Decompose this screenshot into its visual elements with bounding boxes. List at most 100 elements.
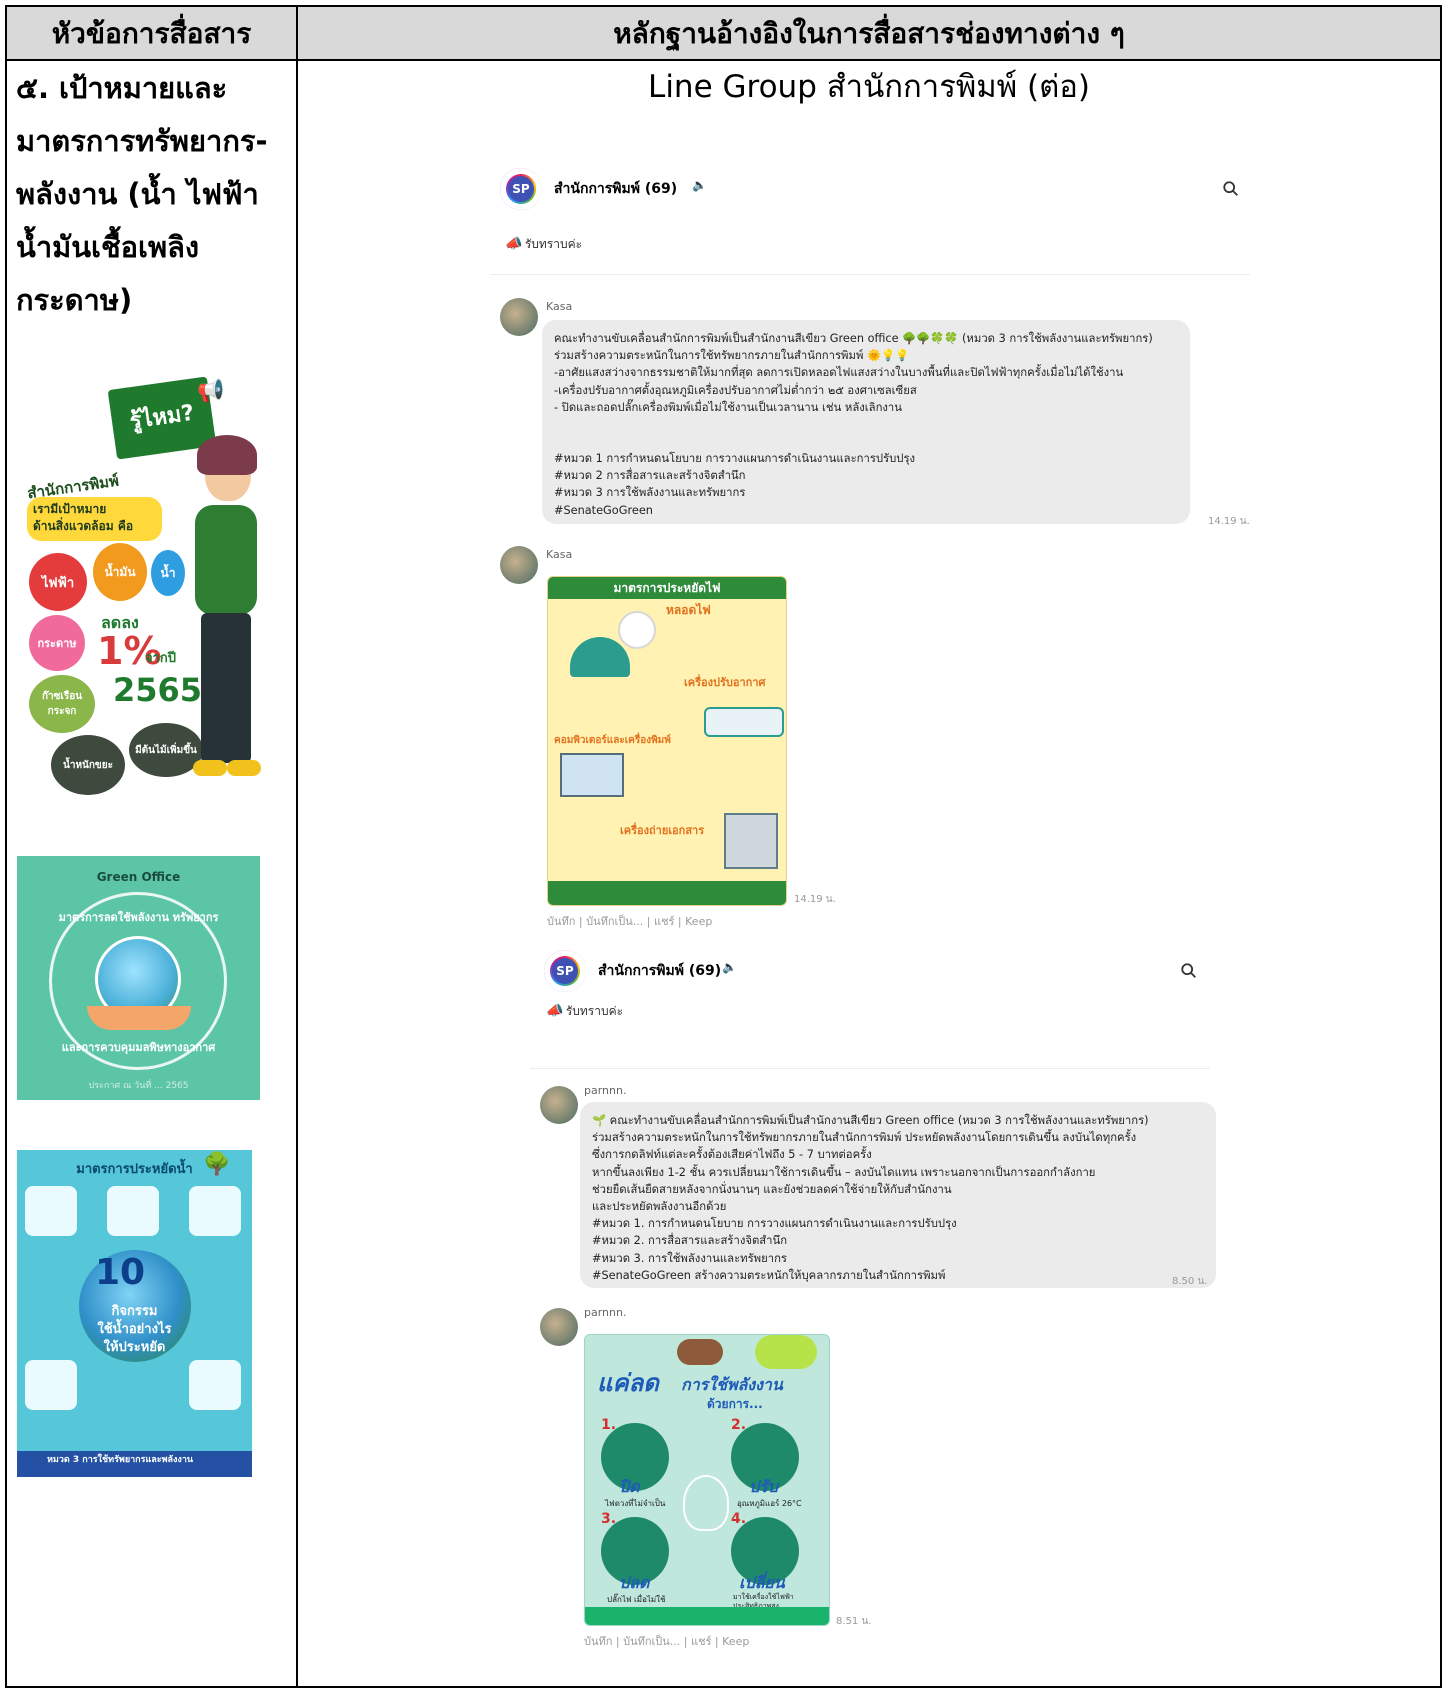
announcement-text: รับทราบค่ะ <box>524 237 583 251</box>
megaphone-icon: 📢 <box>197 379 225 404</box>
tip-caption: ปลั๊กไฟ เมื่อไม่ใช้ <box>607 1595 666 1604</box>
bubble-waste: น้ำหนักขยะ <box>51 735 125 795</box>
tree-icon: 🌳 <box>203 1152 231 1177</box>
image-section-copier: เครื่องถ่ายเอกสาร <box>620 824 705 837</box>
message-line <box>554 416 1178 450</box>
mute-icon: 🔈 <box>692 178 707 192</box>
message-line: ช่วยยืดเส้นยืดสายหลังจากนั่งนานๆ และยังช… <box>592 1182 952 1196</box>
big-number: 10 <box>95 1252 146 1293</box>
bubble-electricity: ไฟฟ้า <box>29 553 87 611</box>
message-line: #SenateGoGreen <box>554 503 653 517</box>
sender-name: Kasa <box>546 548 573 561</box>
message-line: #SenateGoGreen สร้างความตระหนักให้บุคลาก… <box>592 1268 946 1282</box>
message-line: 🌱 คณะทำงานขับเคลื่อนสำนักการพิมพ์เป็นสำน… <box>592 1114 1149 1127</box>
bubble-fuel: น้ำมัน <box>93 543 147 601</box>
message-time: 8.51 น. <box>836 1616 872 1627</box>
topic-line: มาตรการทรัพยากร- <box>16 124 268 158</box>
avatar[interactable] <box>540 1086 578 1124</box>
tip-caption: ไฟดวงที่ไม่จำเป็น <box>605 1499 666 1508</box>
image-footer <box>585 1607 829 1625</box>
bubble-water: น้ำ <box>151 550 185 596</box>
message-time: 8.50 น. <box>1172 1276 1208 1287</box>
tip-number: 4. <box>731 1511 747 1527</box>
group-name: สำนักการพิมพ์ (69) <box>598 963 722 979</box>
message-line: และประหยัดพลังงานอีกด้วย <box>592 1200 727 1214</box>
topic-line: น้ำมันเชื้อเพลิง <box>16 230 200 264</box>
avatar[interactable] <box>500 546 538 584</box>
mute-icon: 🔈 <box>722 960 737 974</box>
avatar[interactable] <box>500 298 538 336</box>
ac-icon <box>704 707 784 737</box>
group-avatar: SP <box>544 950 586 992</box>
search-icon[interactable] <box>1222 180 1240 198</box>
chat-header: SP สำนักการพิมพ์ (69) 🔈 <box>544 950 1210 998</box>
avatar[interactable] <box>540 1308 578 1346</box>
arc-bottom-text: และการควบคุมมลพิษทางอากาศ <box>61 1041 216 1054</box>
image-energy-tips[interactable]: แค่ลด การใช้พลังงาน ด้วยการ... 1. ปิด ไฟ… <box>584 1334 830 1626</box>
hands-icon <box>87 1006 191 1030</box>
message-time: 14.19 น. <box>794 894 836 905</box>
image-actions[interactable]: บันทึก | บันทึกเป็น... | แชร์ | Keep <box>547 912 712 930</box>
megaphone-icon: 📣 <box>505 236 523 252</box>
header-evidence: หลักฐานอ้างอิงในการสื่อสารช่องทางต่าง ๆ <box>613 17 1125 50</box>
topic-line: กระดาษ) <box>16 283 133 317</box>
tip-card <box>25 1186 77 1236</box>
message-line: ซึ่งการกดลิฟท์แต่ละครั้งต้องเสียค่าไฟถึง… <box>592 1148 872 1162</box>
message-line: #หมวด 3 การใช้พลังงานและทรัพยากร <box>554 486 746 500</box>
goal-line-2: ด้านสิ่งแวดล้อม คือ <box>33 519 134 533</box>
chat-header: SP สำนักการพิมพ์ (69) 🔈 <box>500 168 1250 216</box>
image-footer <box>548 881 786 905</box>
tip-card <box>107 1186 159 1236</box>
activity-line-3: ให้ประหยัด <box>103 1340 166 1355</box>
tip-caption: อุณหภูมิแอร์ 26°C <box>737 1499 802 1508</box>
line-chat-screenshot-2: SP สำนักการพิมพ์ (69) 🔈 📣 รับทราบค่ะ par… <box>530 950 1216 1680</box>
bulb-icon <box>618 611 656 649</box>
message-line: -เครื่องปรับอากาศตั้งอุณหภูมิเครื่องปรับ… <box>554 383 917 397</box>
sender-name: parnnn. <box>584 1084 627 1097</box>
message-line: -อาศัยแสงสว่างจากธรรมชาติให้มากที่สุด ลด… <box>554 366 1124 380</box>
message-line: คณะทำงานขับเคลื่อนสำนักการพิมพ์เป็นสำนัก… <box>554 332 1153 345</box>
bubble-paper: กระดาษ <box>29 615 85 671</box>
announcement-text: รับทราบค่ะ <box>565 1004 624 1018</box>
search-icon[interactable] <box>1180 962 1198 980</box>
message-bubble[interactable]: 🌱 คณะทำงานขับเคลื่อนสำนักการพิมพ์เป็นสำน… <box>580 1102 1216 1288</box>
tip-card <box>189 1360 241 1410</box>
tip-card <box>189 1186 241 1236</box>
computer-icon <box>560 753 624 797</box>
topic-line: พลังงาน (น้ำ ไฟฟ้า <box>16 177 259 211</box>
message-line: #หมวด 1. การกำหนดนโยบาย การวางแผนการดำเน… <box>592 1217 957 1231</box>
woman-illustration <box>187 435 267 795</box>
water-poster-footer: หมวด 3 การใช้ทรัพยากรและพลังงาน <box>17 1451 252 1477</box>
tip-number: 3. <box>601 1511 617 1527</box>
tip-number: 2. <box>731 1417 747 1433</box>
divider <box>530 1068 1210 1069</box>
message-line: #หมวด 1 การกำหนดนโยบาย การวางแผนการดำเนิ… <box>554 452 916 466</box>
image-section-ac: เครื่องปรับอากาศ <box>684 676 766 689</box>
poster-environment-goals: รู้ไหม? 📢 สำนักการพิมพ์ เรามีเป้าหมาย ด้… <box>17 375 272 805</box>
megaphone-icon: 📣 <box>546 1003 564 1019</box>
tip-card <box>25 1360 77 1410</box>
copier-icon <box>724 813 778 869</box>
line-chat-screenshot-1: SP สำนักการพิมพ์ (69) 🔈 📣 รับทราบค่ะ Kas… <box>490 160 1250 940</box>
goal-banner: เรามีเป้าหมาย ด้านสิ่งแวดล้อม คือ <box>27 497 162 541</box>
image-actions[interactable]: บันทึก | บันทึกเป็น... | แชร์ | Keep <box>584 1632 749 1650</box>
message-line: #หมวด 2. การสื่อสารและสร้างจิตสำนึก <box>592 1234 788 1248</box>
lamp-icon <box>570 637 630 677</box>
poster-water-saving: มาตรการประหยัดน้ำ 🌳 10 กิจกรรม ใช้น้ำอย่… <box>17 1150 252 1477</box>
message-time: 14.19 น. <box>1208 516 1250 527</box>
message-line: #หมวด 3. การใช้พลังงานและทรัพยากร <box>592 1251 788 1265</box>
kids-icon <box>677 1339 723 1365</box>
arc-top-text: มาตรการลดใช้พลังงาน ทรัพยากร <box>58 911 219 924</box>
sender-name: parnnn. <box>584 1306 627 1319</box>
topic-cell: ๕. เป้าหมายและ มาตรการทรัพยากร- พลังงาน … <box>16 62 284 327</box>
image-title: มาตรการประหยัดไฟ <box>548 577 786 599</box>
message-line: - ปิดและถอดปลั๊กเครื่องพิมพ์เมื่อไม่ใช้ง… <box>554 400 902 414</box>
sender-name: Kasa <box>546 300 573 313</box>
from-year-label: จากปี <box>145 651 177 666</box>
group-name: สำนักการพิมพ์ (69) <box>554 181 678 197</box>
announcement-bar[interactable]: 📣 รับทราบค่ะ <box>546 1002 623 1021</box>
message-bubble[interactable]: คณะทำงานขับเคลื่อนสำนักการพิมพ์เป็นสำนัก… <box>542 320 1190 524</box>
announcement-bar[interactable]: 📣 รับทราบค่ะ <box>505 235 582 254</box>
bubble-greenhouse-gas: ก๊าซเรือนกระจก <box>29 675 95 733</box>
image-energy-saving[interactable]: มาตรการประหยัดไฟ หลอดไฟ เครื่องปรับอากาศ… <box>547 576 787 906</box>
